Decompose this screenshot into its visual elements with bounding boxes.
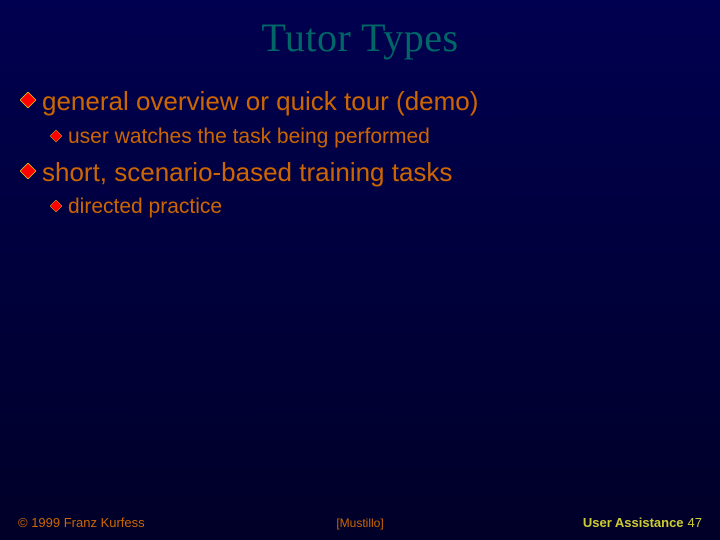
bullet-text: short, scenario-based training tasks bbox=[42, 156, 452, 189]
diamond-icon bbox=[20, 163, 36, 179]
bullet-l1: general overview or quick tour (demo) bbox=[20, 85, 700, 118]
slide-title: Tutor Types bbox=[0, 0, 720, 61]
diamond-icon bbox=[50, 200, 62, 212]
slide: Tutor Types general overview or quick to… bbox=[0, 0, 720, 540]
bullet-text: directed practice bbox=[68, 194, 222, 220]
diamond-icon bbox=[20, 92, 36, 108]
bullet-text: user watches the task being performed bbox=[68, 124, 430, 150]
bullet-l2: directed practice bbox=[50, 194, 700, 220]
bullet-l1: short, scenario-based training tasks bbox=[20, 156, 700, 189]
bullet-text: general overview or quick tour (demo) bbox=[42, 85, 478, 118]
footer-page: 47 bbox=[688, 515, 702, 530]
bullet-l2: user watches the task being performed bbox=[50, 124, 700, 150]
footer-right: User Assistance 47 bbox=[583, 515, 702, 530]
footer-center: [Mustillo] bbox=[336, 516, 383, 530]
diamond-icon bbox=[50, 130, 62, 142]
footer-right-label: User Assistance bbox=[583, 515, 684, 530]
slide-footer: © 1999 Franz Kurfess [Mustillo] User Ass… bbox=[0, 515, 720, 530]
footer-left: © 1999 Franz Kurfess bbox=[18, 515, 145, 530]
slide-body: general overview or quick tour (demo) us… bbox=[0, 61, 720, 221]
